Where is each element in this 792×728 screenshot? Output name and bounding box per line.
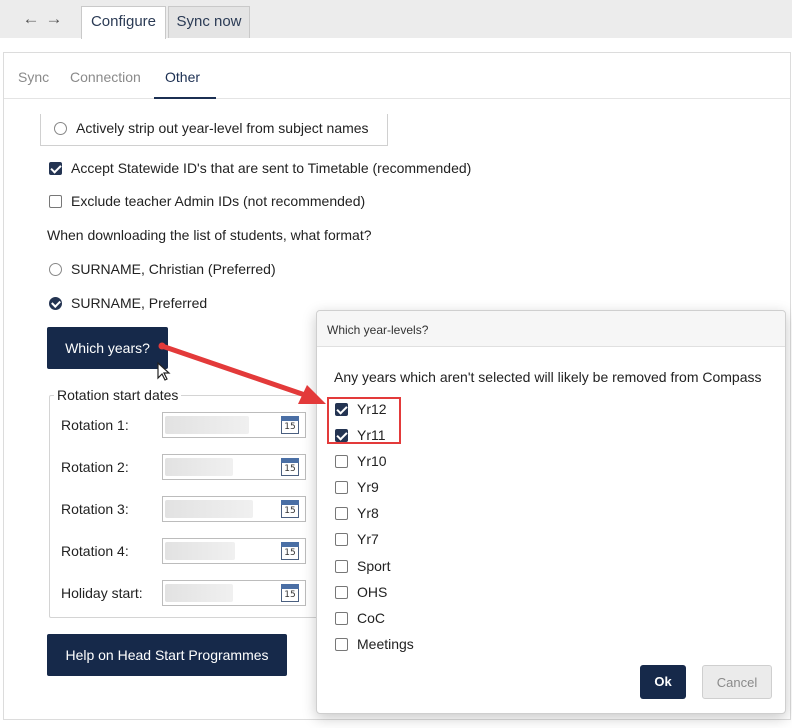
rotation-4-label: Rotation 4:: [61, 543, 129, 559]
rotation-2-label: Rotation 2:: [61, 459, 129, 475]
year-option-yr7[interactable]: Yr7: [335, 531, 379, 547]
rotation-3-label: Rotation 3:: [61, 501, 129, 517]
redacted-date: [165, 500, 253, 518]
meetings-label: Meetings: [357, 636, 414, 652]
accept-statewide-label: Accept Statewide ID's that are sent to T…: [71, 160, 472, 176]
exclude-teacher-option[interactable]: Exclude teacher Admin IDs (not recommend…: [49, 193, 365, 209]
mouse-pointer-icon: [157, 362, 171, 381]
format-option-christian[interactable]: SURNAME, Christian (Preferred): [49, 261, 276, 277]
yr9-label: Yr9: [357, 479, 379, 495]
redacted-date: [165, 458, 233, 476]
year-option-ohs[interactable]: OHS: [335, 584, 387, 600]
subtab-other[interactable]: Other: [165, 69, 200, 85]
subtab-connection[interactable]: Connection: [70, 69, 141, 85]
dialog-description: Any years which aren't selected will lik…: [334, 369, 762, 385]
dialog-title: Which year-levels?: [327, 323, 429, 337]
calendar-icon[interactable]: 15: [281, 458, 299, 476]
strip-year-level-radio[interactable]: [54, 121, 67, 135]
yr10-checkbox[interactable]: [335, 454, 348, 468]
rotation-legend: Rotation start dates: [54, 387, 182, 403]
yr8-checkbox[interactable]: [335, 506, 348, 520]
which-years-button[interactable]: Which years?: [47, 327, 168, 369]
rotation-3-date-input[interactable]: 15: [162, 496, 306, 522]
holiday-start-date-input[interactable]: 15: [162, 580, 306, 606]
year-option-meetings[interactable]: Meetings: [335, 636, 414, 652]
sport-label: Sport: [357, 558, 391, 574]
accept-statewide-checkbox[interactable]: [49, 161, 62, 175]
forward-arrow-icon[interactable]: →: [45, 10, 63, 28]
yr7-checkbox[interactable]: [335, 532, 348, 546]
subtab-sync[interactable]: Sync: [18, 69, 49, 85]
active-subtab-indicator: [154, 97, 216, 99]
format-christian-label: SURNAME, Christian (Preferred): [71, 261, 276, 277]
tab-configure[interactable]: Configure: [81, 6, 166, 39]
exclude-teacher-checkbox[interactable]: [49, 194, 62, 208]
exclude-teacher-label: Exclude teacher Admin IDs (not recommend…: [71, 193, 366, 209]
rotation-1-date-input[interactable]: 15: [162, 412, 306, 438]
holiday-start-label: Holiday start:: [61, 585, 143, 601]
redacted-date: [165, 584, 233, 602]
back-arrow-icon[interactable]: ←: [22, 10, 40, 28]
strip-year-level-option[interactable]: Actively strip out year-level from subje…: [54, 120, 369, 136]
year-levels-dialog: Which year-levels? Any years which aren'…: [316, 310, 786, 714]
coc-checkbox[interactable]: [335, 611, 348, 625]
calendar-icon[interactable]: 15: [281, 542, 299, 560]
redacted-date: [165, 542, 235, 560]
yr7-label: Yr7: [357, 531, 379, 547]
dialog-header: Which year-levels?: [317, 311, 785, 347]
format-christian-radio[interactable]: [49, 262, 62, 276]
rotation-2-date-input[interactable]: 15: [162, 454, 306, 480]
help-head-start-button[interactable]: Help on Head Start Programmes: [47, 634, 287, 676]
year-option-coc[interactable]: CoC: [335, 610, 385, 626]
format-option-preferred[interactable]: SURNAME, Preferred: [49, 295, 207, 311]
rotation-4-date-input[interactable]: 15: [162, 538, 306, 564]
coc-label: CoC: [357, 610, 386, 626]
calendar-icon[interactable]: 15: [281, 416, 299, 434]
meetings-checkbox[interactable]: [335, 637, 348, 651]
ohs-label: OHS: [357, 584, 388, 600]
format-question: When downloading the list of students, w…: [47, 227, 372, 243]
yr10-label: Yr10: [357, 453, 387, 469]
yr8-label: Yr8: [357, 505, 379, 521]
redacted-date: [165, 416, 249, 434]
accept-statewide-option[interactable]: Accept Statewide ID's that are sent to T…: [49, 160, 471, 176]
cancel-button[interactable]: Cancel: [702, 665, 772, 699]
format-preferred-label: SURNAME, Preferred: [71, 295, 208, 311]
year-option-sport[interactable]: Sport: [335, 558, 390, 574]
ok-button[interactable]: Ok: [640, 665, 686, 699]
tab-sync-now[interactable]: Sync now: [168, 6, 250, 38]
year-option-yr8[interactable]: Yr8: [335, 505, 379, 521]
strip-year-level-label: Actively strip out year-level from subje…: [76, 120, 369, 136]
subtab-bar: Sync Connection Other: [4, 53, 790, 99]
calendar-icon[interactable]: 15: [281, 584, 299, 602]
year-option-yr9[interactable]: Yr9: [335, 479, 379, 495]
top-bar: ← → Configure Sync now: [0, 0, 792, 39]
ohs-checkbox[interactable]: [335, 585, 348, 599]
yr9-checkbox[interactable]: [335, 480, 348, 494]
sport-checkbox[interactable]: [335, 559, 348, 573]
rotation-1-label: Rotation 1:: [61, 417, 129, 433]
calendar-icon[interactable]: 15: [281, 500, 299, 518]
year-option-yr10[interactable]: Yr10: [335, 453, 387, 469]
format-preferred-radio[interactable]: [49, 296, 62, 310]
annotation-highlight-box: [327, 397, 401, 444]
